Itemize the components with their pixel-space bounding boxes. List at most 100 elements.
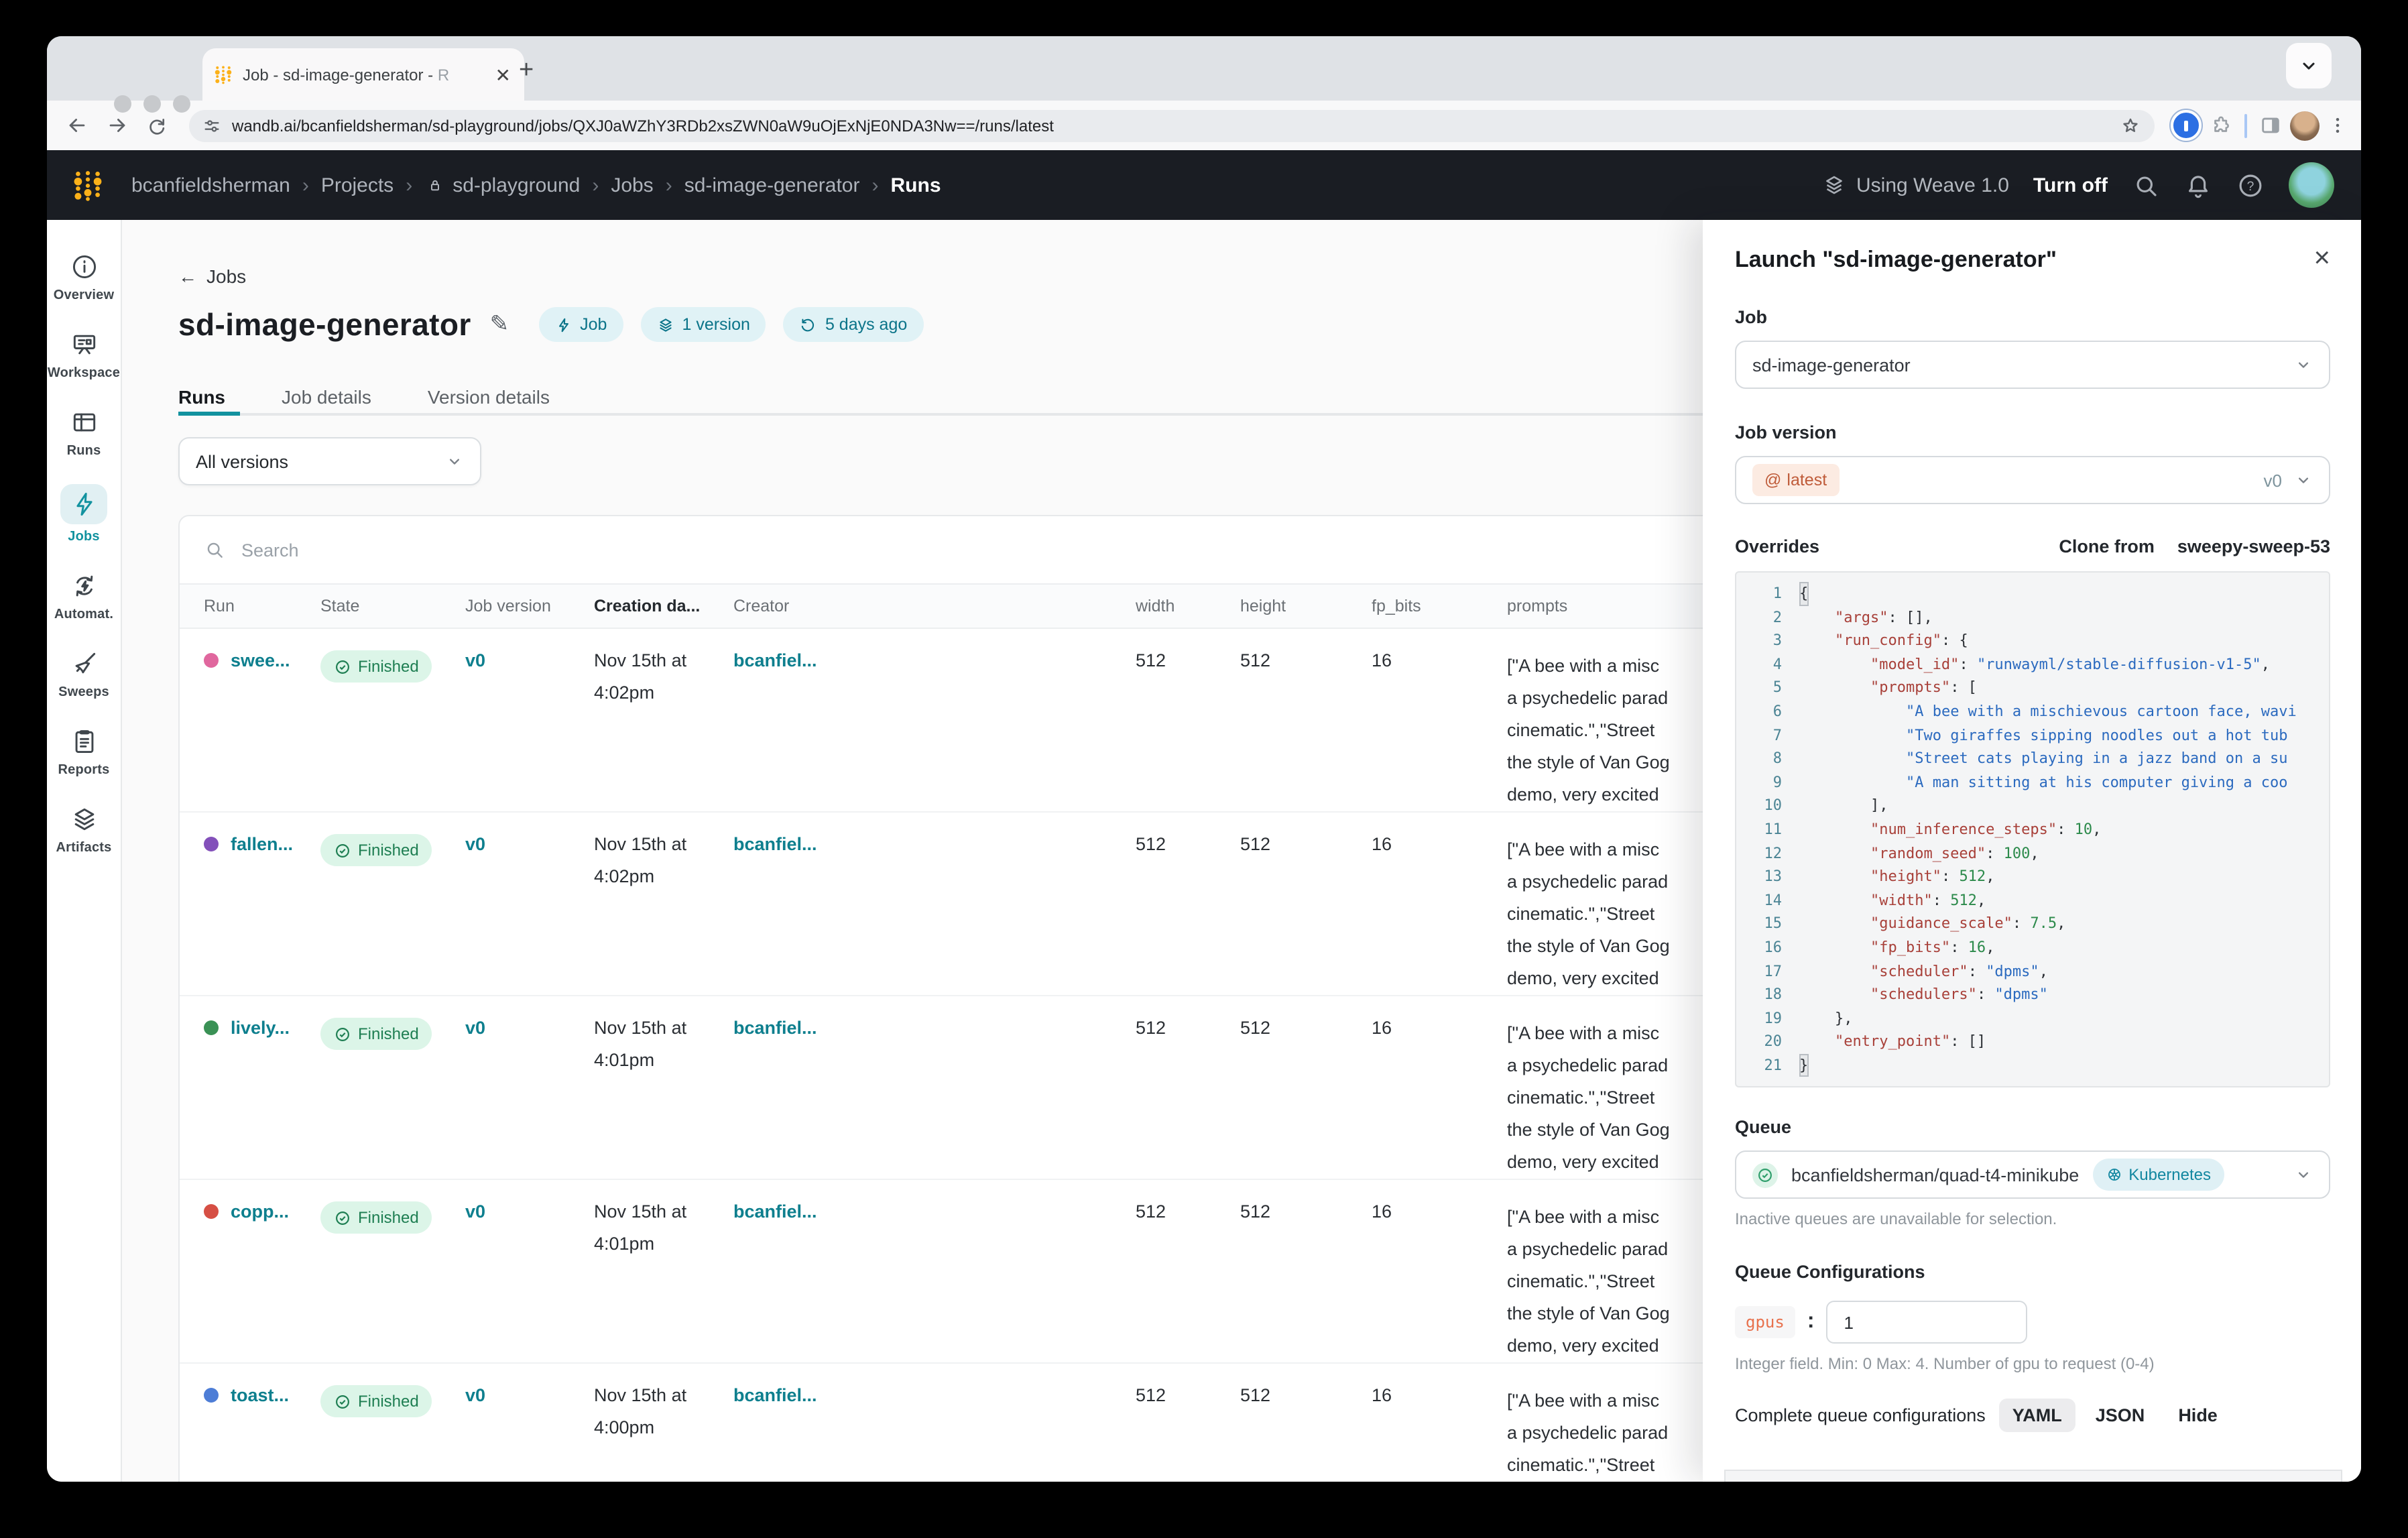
breadcrumb-item-jobs[interactable]: Jobs [611, 174, 653, 196]
column-header-run[interactable]: Run [180, 584, 320, 628]
job-version-link[interactable]: v0 [465, 650, 485, 670]
forward-icon[interactable] [101, 109, 133, 141]
creator-link[interactable]: bcanfiel... [733, 1018, 817, 1038]
close-tab-icon[interactable]: ✕ [493, 65, 514, 84]
browser-profile-avatar[interactable] [2290, 111, 2320, 140]
line-number: 18 [1736, 983, 1799, 1006]
column-header-height[interactable]: height [1240, 584, 1372, 628]
breadcrumb-item-projects[interactable]: Projects [321, 174, 394, 196]
refresh-icon[interactable] [141, 109, 173, 141]
sidebar-item-artifacts[interactable]: Artifacts [47, 791, 121, 869]
run-link[interactable]: toast... [204, 1385, 320, 1405]
job-version-link[interactable]: v0 [465, 1018, 485, 1038]
job-field-label: Job [1735, 307, 2330, 327]
zoom-window-button[interactable] [173, 95, 190, 113]
url-bar[interactable]: wandb.ai/bcanfieldsherman/sd-playground/… [189, 109, 2155, 141]
creator-link[interactable]: bcanfiel... [733, 1201, 817, 1222]
sidebar-item-sweeps[interactable]: Sweeps [47, 636, 121, 713]
browser-menu-kebab-icon[interactable] [2328, 115, 2348, 135]
width-cell: 512 [1136, 1363, 1240, 1482]
job-version-link[interactable]: v0 [465, 1385, 485, 1405]
job-version-link[interactable]: v0 [465, 834, 485, 854]
close-window-button[interactable] [114, 95, 131, 113]
reports-icon [68, 725, 100, 758]
edit-name-pencil-icon[interactable]: ✎ [490, 311, 509, 338]
code-line: 14 "width": 512, [1736, 888, 2329, 912]
window-controls[interactable] [114, 95, 190, 113]
side-panel-icon[interactable] [2259, 114, 2282, 137]
line-number: 10 [1736, 794, 1799, 818]
column-header-creator[interactable]: Creator [733, 584, 1136, 628]
kubernetes-badge: Kubernetes [2092, 1159, 2224, 1191]
creation-date-cell: Nov 15th at4:01pm [594, 996, 733, 1179]
password-manager-extension-icon[interactable] [2171, 110, 2202, 141]
tab-title: Job - sd-image-generator - R [243, 65, 483, 84]
creator-cell: bcanfiel... [733, 812, 1136, 996]
gpus-input[interactable]: 1 [1826, 1301, 2027, 1344]
help-icon[interactable]: ? [2236, 171, 2265, 199]
extensions-puzzle-icon[interactable] [2210, 114, 2232, 137]
job-version-select[interactable]: @latest v0 [1735, 456, 2330, 504]
creator-link[interactable]: bcanfiel... [733, 1385, 817, 1405]
format-option-yaml[interactable]: YAML [1999, 1399, 2075, 1432]
format-option-hide[interactable]: Hide [2165, 1399, 2231, 1432]
creator-link[interactable]: bcanfiel... [733, 650, 817, 670]
sidebar-item-runs[interactable]: Runs [47, 394, 121, 472]
queue-select[interactable]: bcanfieldsherman/quad-t4-minikube Kubern… [1735, 1150, 2330, 1199]
wandb-logo[interactable] [71, 168, 105, 202]
site-settings-icon[interactable] [202, 116, 221, 135]
bookmark-star-icon[interactable] [2120, 115, 2141, 136]
close-icon[interactable]: × [2313, 244, 2330, 272]
creator-link[interactable]: bcanfiel... [733, 834, 817, 854]
appbar-right: Using Weave 1.0 Turn off ? [1821, 162, 2334, 208]
run-link[interactable]: swee... [204, 650, 320, 670]
job-version-cell: v0 [465, 812, 594, 996]
tab-runs[interactable]: Runs [178, 386, 225, 408]
sidebar-item-label: Reports [58, 763, 110, 778]
sidebar-item-jobs[interactable]: Jobs [47, 472, 121, 558]
queue-active-check-icon [1752, 1162, 1778, 1187]
sidebar-item-reports[interactable]: Reports [47, 713, 121, 791]
run-link[interactable]: lively... [204, 1018, 320, 1038]
sidebar-item-workspace[interactable]: Workspace [47, 316, 121, 394]
breadcrumb-item-runs[interactable]: Runs [891, 174, 941, 196]
browser-tab[interactable]: Job - sd-image-generator - R ✕ [202, 48, 524, 101]
back-icon[interactable] [60, 109, 93, 141]
column-header-jobversion[interactable]: Job version [465, 584, 594, 628]
job-select[interactable]: sd-image-generator [1735, 341, 2330, 389]
fp-bits-cell: 16 [1372, 628, 1507, 812]
column-header-creationda[interactable]: Creation da... [594, 584, 733, 628]
run-color-dot [204, 1388, 219, 1403]
turn-off-weave-button[interactable]: Turn off [2033, 174, 2108, 196]
drawer-title: Launch "sd-image-generator" [1735, 247, 2057, 274]
svg-text:?: ? [2247, 179, 2254, 193]
job-version-link[interactable]: v0 [465, 1201, 485, 1222]
new-tab-button[interactable]: + [519, 58, 534, 83]
column-header-width[interactable]: width [1136, 584, 1240, 628]
tab-job-details[interactable]: Job details [282, 386, 371, 408]
width-cell: 512 [1136, 1179, 1240, 1363]
run-link[interactable]: fallen... [204, 834, 320, 854]
search-icon[interactable] [2132, 171, 2160, 199]
column-header-state[interactable]: State [320, 584, 465, 628]
minimize-window-button[interactable] [143, 95, 161, 113]
user-avatar[interactable] [2289, 162, 2334, 208]
line-number: 13 [1736, 865, 1799, 888]
sidebar-item-automat[interactable]: Automat. [47, 558, 121, 636]
breadcrumb-item-sd-image-generator[interactable]: sd-image-generator [684, 174, 860, 196]
sweeps-icon [68, 648, 100, 680]
tab-search-chevron-button[interactable] [2286, 43, 2332, 88]
format-option-json[interactable]: JSON [2082, 1399, 2159, 1432]
clone-from-run-link[interactable]: sweepy-sweep-53 [2177, 536, 2330, 556]
column-header-fp_bits[interactable]: fp_bits [1372, 584, 1507, 628]
breadcrumb-item-sd-playground[interactable]: sd-playground [424, 174, 580, 196]
overrides-code-editor[interactable]: 1{2 "args": [],3 "run_config": {4 "model… [1735, 571, 2330, 1087]
version-filter-select[interactable]: All versions [178, 437, 481, 485]
notifications-bell-icon[interactable] [2184, 171, 2212, 199]
run-link[interactable]: copp... [204, 1201, 320, 1222]
tab-version-details[interactable]: Version details [428, 386, 550, 408]
sidebar-item-overview[interactable]: Overview [47, 239, 121, 316]
job-version-field-label: Job version [1735, 422, 2330, 442]
code-line: 18 "schedulers": "dpms" [1736, 983, 2329, 1006]
breadcrumb-item-bcanfieldsherman[interactable]: bcanfieldsherman [131, 174, 290, 196]
